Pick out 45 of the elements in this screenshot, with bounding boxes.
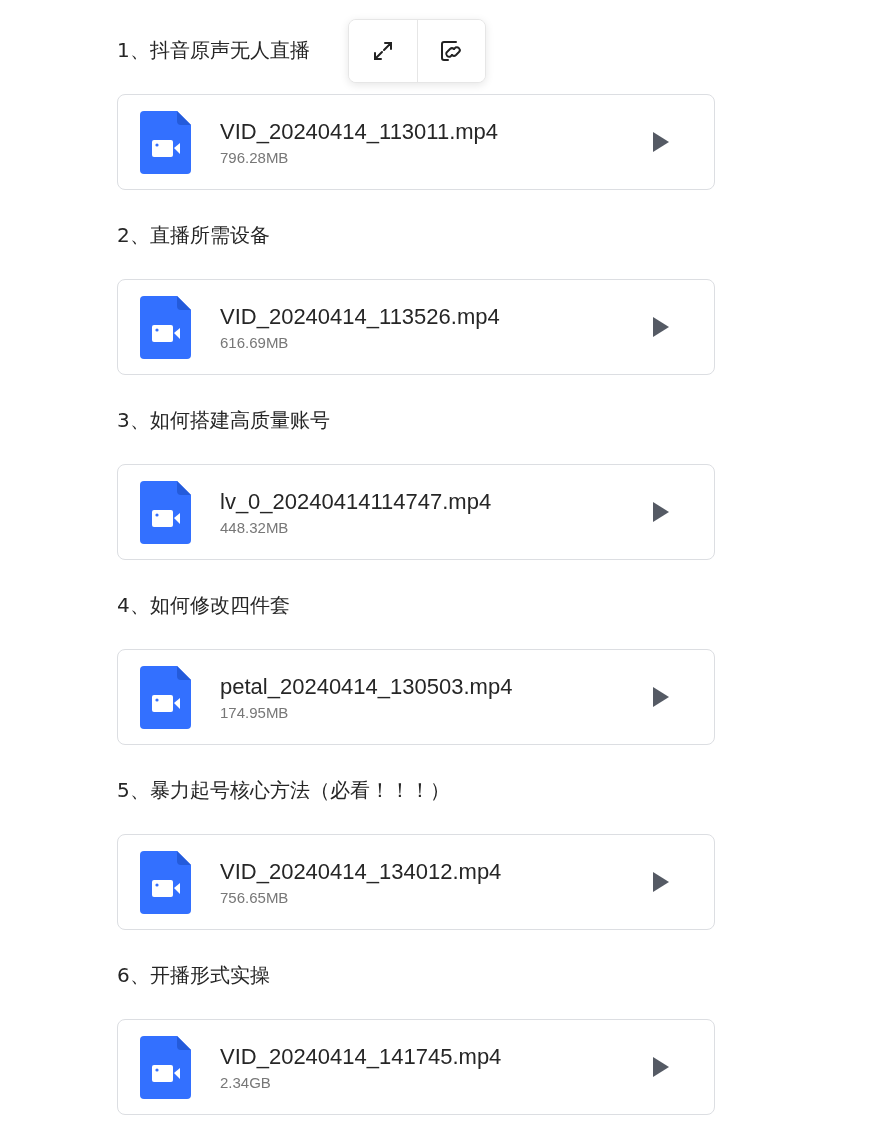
file-size: 756.65MB — [220, 889, 290, 906]
file-card[interactable]: VID_20240414_141745.mp4 2.34GB — [117, 1019, 715, 1115]
expand-icon — [371, 39, 395, 63]
file-card[interactable]: lv_0_20240414114747.mp4 448.32MB — [117, 464, 715, 560]
play-button[interactable] — [652, 686, 670, 708]
file-name: VID_20240414_113526.mp4 — [220, 303, 501, 331]
video-file-icon — [140, 110, 191, 174]
play-button[interactable] — [652, 871, 670, 893]
file-size: 796.28MB — [220, 149, 290, 166]
file-size: 2.34GB — [220, 1074, 272, 1091]
file-name: VID_20240414_113011.mp4 — [220, 118, 500, 146]
section-heading: 5、暴力起号核心方法（必看！！！） — [117, 776, 450, 804]
play-icon — [652, 501, 670, 523]
play-icon — [652, 871, 670, 893]
section-heading: 1、抖音原声无人直播 — [117, 36, 310, 64]
video-file-icon — [140, 295, 191, 359]
play-icon — [652, 686, 670, 708]
file-name: VID_20240414_134012.mp4 — [220, 858, 503, 886]
expand-button[interactable] — [349, 20, 417, 82]
section-heading: 4、如何修改四件套 — [117, 591, 290, 619]
file-size: 448.32MB — [220, 519, 290, 536]
file-card[interactable]: petal_20240414_130503.mp4 174.95MB — [117, 649, 715, 745]
play-button[interactable] — [652, 1056, 670, 1078]
section-heading: 3、如何搭建高质量账号 — [117, 406, 330, 434]
file-name: lv_0_20240414114747.mp4 — [220, 488, 493, 516]
section-heading: 2、直播所需设备 — [117, 221, 270, 249]
file-name: petal_20240414_130503.mp4 — [220, 673, 514, 701]
play-icon — [652, 131, 670, 153]
play-button[interactable] — [652, 316, 670, 338]
video-file-icon — [140, 665, 191, 729]
play-button[interactable] — [652, 501, 670, 523]
file-size: 174.95MB — [220, 704, 290, 721]
play-button[interactable] — [652, 131, 670, 153]
play-icon — [652, 316, 670, 338]
play-icon — [652, 1056, 670, 1078]
video-file-icon — [140, 1035, 191, 1099]
file-card[interactable]: VID_20240414_134012.mp4 756.65MB — [117, 834, 715, 930]
video-file-icon — [140, 480, 191, 544]
link-button[interactable] — [417, 20, 485, 82]
file-card[interactable]: VID_20240414_113526.mp4 616.69MB — [117, 279, 715, 375]
file-card[interactable]: VID_20240414_113011.mp4 796.28MB — [117, 94, 715, 190]
file-size: 616.69MB — [220, 334, 290, 351]
video-file-icon — [140, 850, 191, 914]
file-name: VID_20240414_141745.mp4 — [220, 1043, 503, 1071]
section-heading: 6、开播形式实操 — [117, 961, 270, 989]
